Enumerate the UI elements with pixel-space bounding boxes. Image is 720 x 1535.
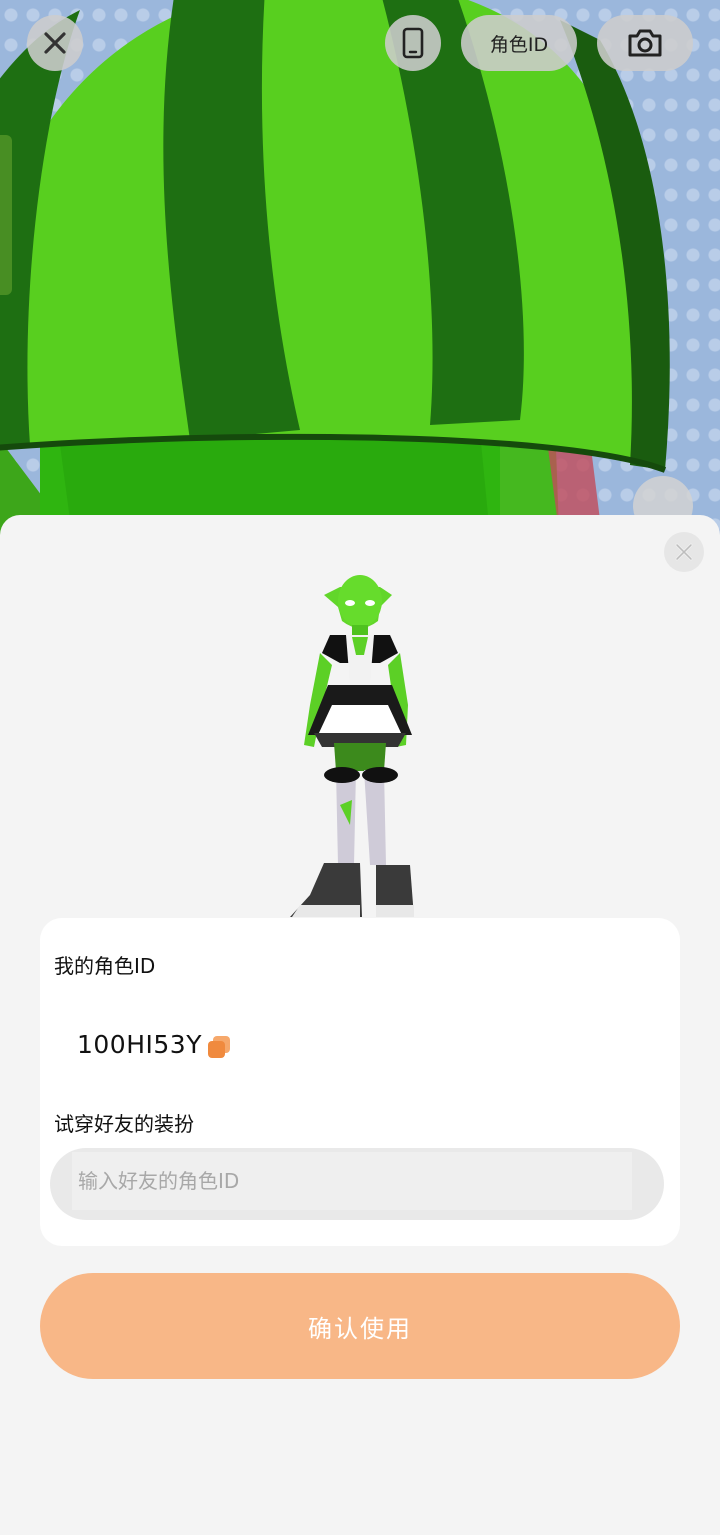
close-button[interactable] — [27, 15, 83, 71]
role-id-button[interactable]: 角色ID — [461, 15, 577, 71]
copy-icon[interactable] — [206, 1034, 232, 1060]
close-icon — [44, 32, 66, 54]
try-on-label: 试穿好友的装扮 — [54, 1112, 194, 1136]
role-id-button-label: 角色ID — [489, 33, 549, 56]
role-id-value: 100HI53Y — [77, 1030, 202, 1059]
sheet-close-button[interactable] — [664, 532, 704, 572]
confirm-button[interactable]: 确认使用 — [40, 1273, 680, 1379]
avatar-3d-scene[interactable] — [0, 0, 720, 560]
my-role-id-label: 我的角色ID — [54, 954, 156, 978]
camera-icon — [628, 29, 662, 57]
avatar-preview — [290, 575, 414, 917]
phone-icon — [402, 27, 424, 59]
friend-role-id-input[interactable] — [72, 1152, 632, 1210]
side-panel-tab[interactable] — [0, 135, 12, 295]
watermelon-hat-closeup — [0, 0, 670, 560]
camera-button[interactable] — [597, 15, 693, 71]
close-icon — [675, 543, 693, 561]
device-view-button[interactable] — [385, 15, 441, 71]
